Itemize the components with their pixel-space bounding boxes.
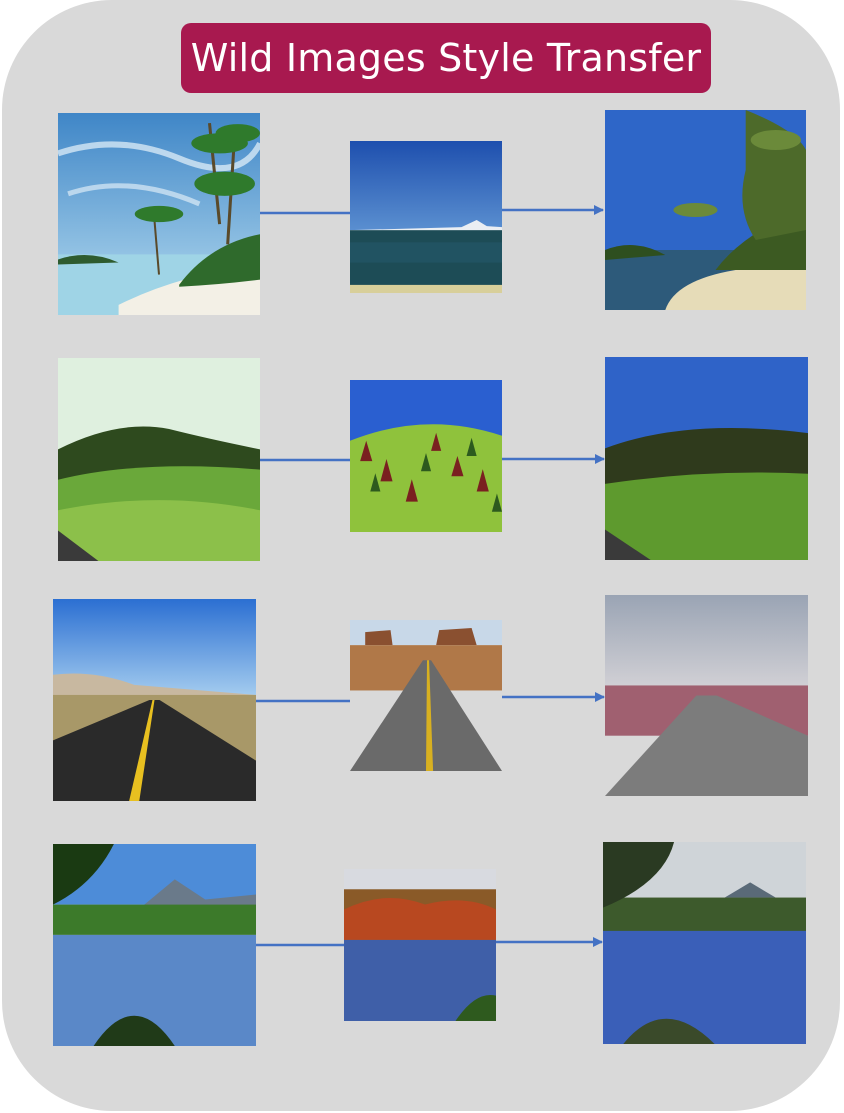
row4-style-image	[344, 869, 496, 1021]
row3-input-image	[53, 599, 256, 801]
row1-output-image	[605, 110, 806, 310]
row3-output-image	[605, 595, 808, 796]
row1-style-image	[350, 141, 502, 293]
row4-input-image	[53, 844, 256, 1046]
row3-style-image	[350, 620, 502, 771]
row2-output-image	[605, 357, 808, 560]
row1-input-image	[58, 113, 260, 315]
row2-style-image	[350, 380, 502, 532]
figure-title: Wild Images Style Transfer	[190, 36, 702, 80]
row2-input-image	[58, 358, 260, 561]
row4-output-image	[603, 842, 806, 1044]
title-banner: Wild Images Style Transfer	[181, 23, 711, 93]
